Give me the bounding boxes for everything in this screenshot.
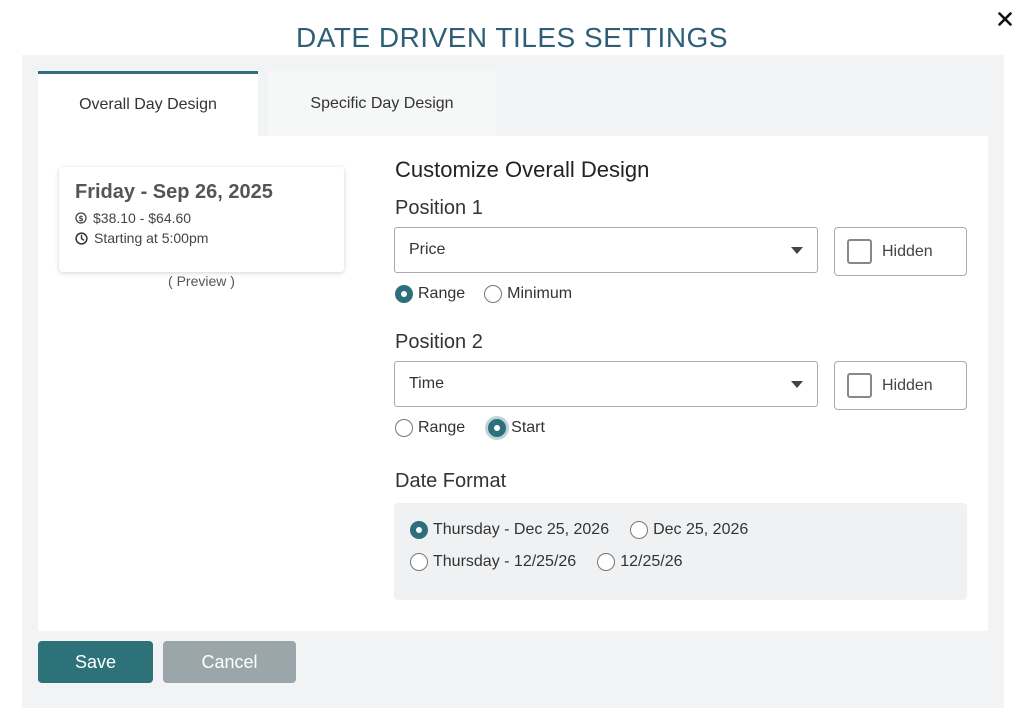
preview-time-row: Starting at 5:00pm <box>75 230 328 246</box>
tab-label: Specific Day Design <box>310 94 454 112</box>
radio-label: Dec 25, 2026 <box>653 521 749 538</box>
radio-label: Start <box>511 419 545 436</box>
radio-button[interactable] <box>395 419 413 437</box>
svg-text:$: $ <box>78 214 83 223</box>
position2-radio-range[interactable]: Range <box>395 419 465 437</box>
radio-button[interactable] <box>630 521 649 539</box>
position2-options: Range Start <box>395 419 545 437</box>
close-icon <box>998 12 1012 26</box>
position1-selected: Price <box>409 241 446 258</box>
radio-label: Thursday - 12/25/26 <box>433 553 577 570</box>
preview-caption: ( Preview ) <box>168 273 235 289</box>
date-format-radio-short[interactable]: 12/25/26 <box>597 553 682 571</box>
position1-hidden-toggle[interactable]: Hidden <box>834 227 967 276</box>
dollar-circle-icon: $ <box>75 212 87 224</box>
cancel-button[interactable]: Cancel <box>163 641 296 683</box>
position1-radio-minimum[interactable]: Minimum <box>484 285 572 303</box>
dialog-title: DATE DRIVEN TILES SETTINGS <box>295 22 729 53</box>
radio-button[interactable] <box>484 285 503 303</box>
tab-label: Overall Day Design <box>79 96 217 113</box>
date-format-radio-long-weekday[interactable]: Thursday - Dec 25, 2026 <box>410 521 609 539</box>
position1-hidden-checkbox[interactable] <box>847 239 872 264</box>
position2-selected: Time <box>409 375 444 392</box>
position2-hidden-checkbox[interactable] <box>847 373 872 398</box>
date-format-label: Date Format <box>395 470 507 492</box>
radio-button[interactable] <box>410 521 428 539</box>
position2-select[interactable]: Time <box>394 361 818 407</box>
preview-date: Friday - Sep 26, 2025 <box>75 181 273 203</box>
radio-label: Range <box>418 419 466 436</box>
close-button[interactable] <box>994 8 1016 30</box>
settings-dialog: Overall Day Design Specific Day Design F… <box>22 55 1004 708</box>
preview-price-row: $ $38.10 - $64.60 <box>75 210 328 226</box>
section-heading: Customize Overall Design <box>395 157 650 182</box>
radio-button[interactable] <box>395 285 413 303</box>
tab-overall-day-design[interactable]: Overall Day Design <box>38 71 258 136</box>
clock-icon <box>75 231 88 245</box>
hidden-label: Hidden <box>882 242 933 260</box>
position2-hidden-toggle[interactable]: Hidden <box>834 361 967 410</box>
radio-label: 12/25/26 <box>620 553 683 570</box>
tab-panel: Friday - Sep 26, 2025 $ $38.10 - $64.60 … <box>38 136 988 631</box>
radio-label: Thursday - Dec 25, 2026 <box>433 521 610 538</box>
chevron-down-icon <box>791 380 803 388</box>
date-format-row: Thursday - Dec 25, 2026 Dec 25, 2026 <box>410 521 748 539</box>
preview-time: Starting at 5:00pm <box>94 230 209 246</box>
position1-select[interactable]: Price <box>394 227 818 273</box>
date-format-options: Thursday - Dec 25, 2026 Dec 25, 2026 Thu… <box>394 503 967 600</box>
radio-label: Minimum <box>507 285 573 302</box>
radio-button[interactable] <box>597 553 616 571</box>
chevron-down-icon <box>791 246 803 254</box>
preview-card: Friday - Sep 26, 2025 $ $38.10 - $64.60 … <box>59 167 344 272</box>
preview-price: $38.10 - $64.60 <box>93 210 192 226</box>
tab-specific-day-design[interactable]: Specific Day Design <box>268 71 496 136</box>
position2-label: Position 2 <box>395 331 483 353</box>
position2-radio-start[interactable]: Start <box>488 419 545 437</box>
position1-label: Position 1 <box>395 197 483 219</box>
radio-label: Range <box>418 285 466 302</box>
radio-button[interactable] <box>488 419 507 437</box>
save-button[interactable]: Save <box>38 641 153 683</box>
radio-button[interactable] <box>410 553 428 571</box>
date-format-radio-long[interactable]: Dec 25, 2026 <box>630 521 748 539</box>
date-format-row: Thursday - 12/25/26 12/25/26 <box>410 553 682 571</box>
date-format-radio-short-weekday[interactable]: Thursday - 12/25/26 <box>410 553 576 571</box>
hidden-label: Hidden <box>882 376 933 394</box>
position1-options: Range Minimum <box>395 285 572 303</box>
position1-radio-range[interactable]: Range <box>395 285 465 303</box>
